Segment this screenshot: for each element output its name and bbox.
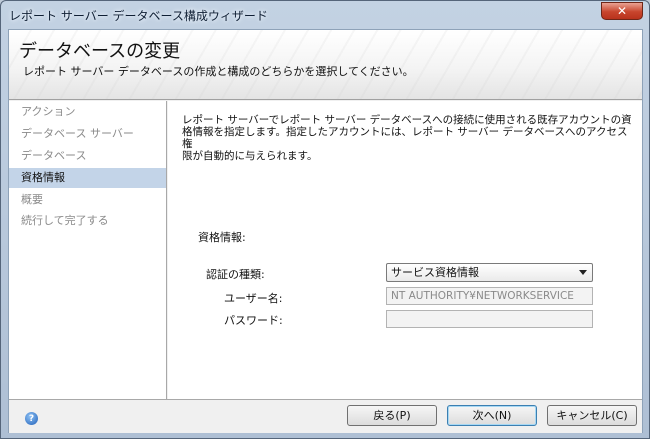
username-label: ユーザー名: <box>224 292 283 305</box>
nav-item-database[interactable]: データベース <box>9 146 166 166</box>
auth-type-select[interactable]: サービス資格情報 <box>386 263 593 282</box>
credentials-description: レポート サーバーでレポート サーバー データベースへの接続に使用される既存アカ… <box>182 114 632 162</box>
wizard-client: データベースの変更 レポート サーバー データベースの作成と構成のどちらかを選択… <box>8 29 643 433</box>
help-icon[interactable]: ? <box>25 412 38 425</box>
wizard-window: レポート サーバー データベース構成ウィザード ✕ データベースの変更 レポート… <box>0 0 650 439</box>
window-title: レポート サーバー データベース構成ウィザード <box>9 9 268 23</box>
auth-type-value: サービス資格情報 <box>391 266 479 279</box>
nav-item-credentials[interactable]: 資格情報 <box>9 168 166 188</box>
description-line: 限が自動的に与えられます。 <box>182 150 318 162</box>
nav-item-database-server[interactable]: データベース サーバー <box>9 124 166 144</box>
close-button[interactable]: ✕ <box>601 2 643 20</box>
cancel-button[interactable]: キャンセル(C) <box>547 405 637 426</box>
close-icon: ✕ <box>616 4 628 18</box>
credentials-section-label: 資格情報: <box>198 231 246 244</box>
wizard-main: レポート サーバーでレポート サーバー データベースへの接続に使用される既存アカ… <box>168 101 642 399</box>
back-button[interactable]: 戻る(P) <box>347 405 437 426</box>
description-line: レポート サーバーでレポート サーバー データベースへの接続に使用される既存アカ… <box>182 114 632 126</box>
title-bar[interactable]: レポート サーバー データベース構成ウィザード ✕ <box>1 1 649 29</box>
nav-item-action[interactable]: アクション <box>9 102 166 122</box>
wizard-nav: アクション データベース サーバー データベース 資格情報 概要 続行して完了す… <box>9 101 167 399</box>
page-title: データベースの変更 <box>19 41 181 62</box>
page-subtitle: レポート サーバー データベースの作成と構成のどちらかを選択してください。 <box>23 65 414 78</box>
chevron-down-icon <box>579 270 587 275</box>
username-field[interactable]: NT AUTHORITY¥NETWORKSERVICE <box>386 287 593 305</box>
password-field[interactable] <box>386 310 593 328</box>
nav-item-finish[interactable]: 続行して完了する <box>9 211 166 231</box>
nav-item-summary[interactable]: 概要 <box>9 190 166 210</box>
next-button[interactable]: 次へ(N) <box>447 405 537 426</box>
wizard-footer: ? 戻る(P) 次へ(N) キャンセル(C) <box>9 399 642 433</box>
password-label: パスワード: <box>224 314 283 327</box>
description-line: 格情報を指定します。指定したアカウントには、レポート サーバー データベースへの… <box>182 126 628 150</box>
wizard-header: データベースの変更 レポート サーバー データベースの作成と構成のどちらかを選択… <box>9 30 642 100</box>
auth-type-label: 認証の種類: <box>206 268 265 281</box>
